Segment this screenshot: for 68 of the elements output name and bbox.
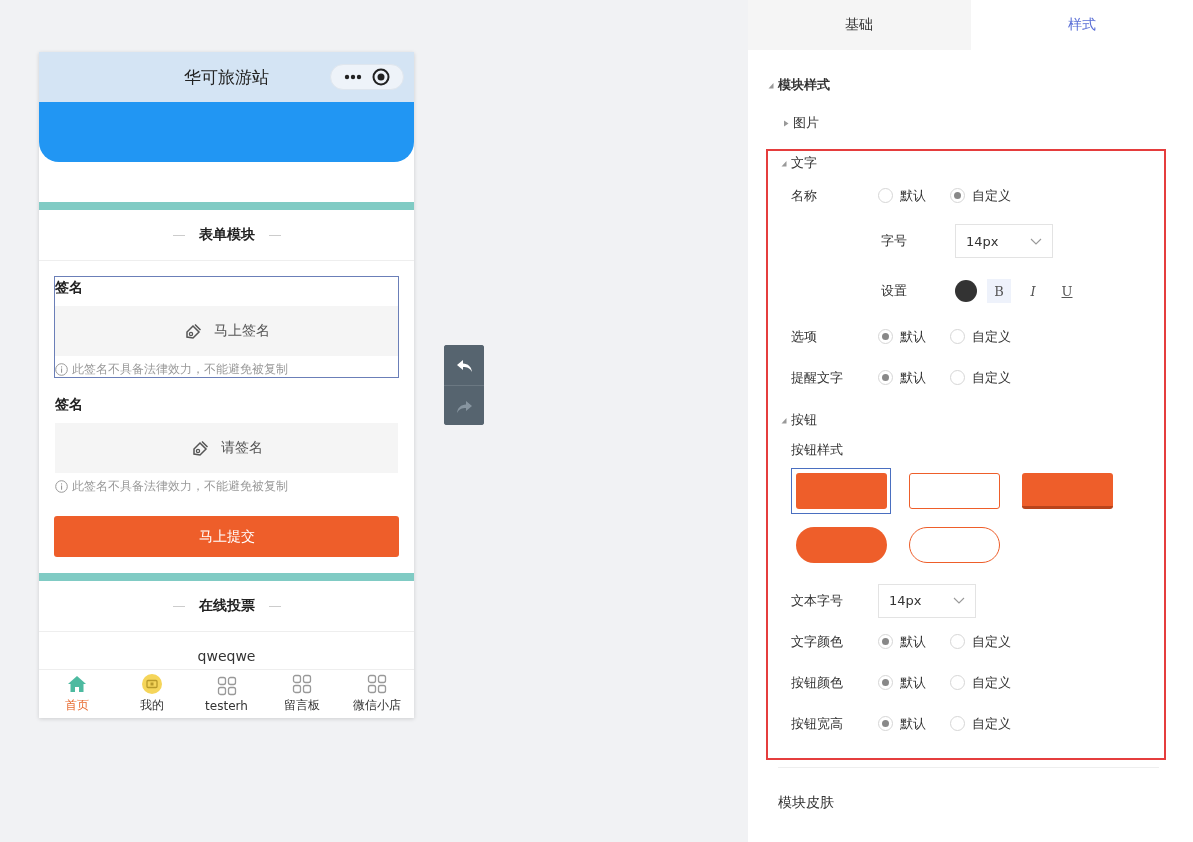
radio-option[interactable]: 自定义 xyxy=(950,327,1022,346)
group-title: 图片 xyxy=(793,114,819,132)
field-label: 文本字号 xyxy=(791,591,844,610)
field-label: 名称 xyxy=(791,186,818,205)
home-icon xyxy=(66,674,87,694)
grid-icon xyxy=(216,675,237,696)
radio-option[interactable]: 默认 xyxy=(878,714,950,733)
radio-option[interactable]: 自定义 xyxy=(950,673,1022,692)
tab-bar-item[interactable]: 我的 xyxy=(114,670,189,718)
chevron-down-icon xyxy=(1030,237,1042,245)
signature-field[interactable]: 签名 请签名 此签名不具备法律效力，不能避免被复制 xyxy=(54,393,399,495)
field-label: 文字颜色 xyxy=(791,632,844,651)
tab-bar-item[interactable]: 留言板 xyxy=(264,670,339,718)
vote-option: qweqwe xyxy=(39,632,414,664)
chevron-down-icon xyxy=(953,597,965,604)
tab-bar-item[interactable]: 微信小店 xyxy=(339,670,414,718)
hint-text: 此签名不具备法律效力，不能避免被复制 xyxy=(72,361,288,377)
underline-button[interactable]: U xyxy=(1055,279,1079,303)
radio-option[interactable]: 默认 xyxy=(878,368,950,387)
select-value: 14px xyxy=(889,593,922,608)
radio-option[interactable]: 默认 xyxy=(878,632,950,651)
bold-button[interactable]: B xyxy=(987,279,1011,303)
radio-option[interactable]: 自定义 xyxy=(950,186,1022,205)
radio-option[interactable]: 自定义 xyxy=(950,714,1022,733)
signature-prompt: 马上签名 xyxy=(213,322,270,340)
radio-option[interactable]: 默认 xyxy=(878,186,950,205)
more-icon xyxy=(344,74,362,80)
target-icon xyxy=(372,68,390,86)
font-size-select[interactable]: 14px xyxy=(955,224,1053,258)
signature-field[interactable]: 签名 马上签名 此签名不具备法律效力，不能避免被复制 xyxy=(54,276,399,378)
module-heading: 表单模块 xyxy=(198,226,255,244)
italic-button[interactable]: I xyxy=(1021,279,1045,303)
hint-text: 此签名不具备法律效力，不能避免被复制 xyxy=(72,478,288,494)
field-label: 提醒文字 xyxy=(791,368,844,387)
grid-icon xyxy=(366,674,387,694)
tab-bar-item[interactable]: testerh xyxy=(189,670,264,718)
pen-icon xyxy=(190,439,209,457)
radio-option[interactable]: 自定义 xyxy=(950,368,1022,387)
field-label: 按钮宽高 xyxy=(791,714,844,733)
color-picker[interactable] xyxy=(955,280,977,302)
field-label: 按钮样式 xyxy=(791,441,843,459)
pen-icon xyxy=(183,322,202,340)
field-label: 选项 xyxy=(791,327,818,346)
font-size-select[interactable]: 14px xyxy=(878,583,976,618)
module-heading: 在线投票 xyxy=(198,597,255,615)
field-label: 设置 xyxy=(881,282,908,300)
field-label: 签名 xyxy=(55,395,84,414)
group-title: 按钮 xyxy=(791,411,817,429)
info-icon xyxy=(55,362,68,376)
info-icon xyxy=(55,479,68,493)
section-title: 模块样式 xyxy=(778,76,830,94)
signature-pad[interactable]: 马上签名 xyxy=(55,306,398,356)
radio-option[interactable]: 默认 xyxy=(878,327,950,346)
signature-prompt: 请签名 xyxy=(220,439,263,457)
panel-tab[interactable]: 基础 xyxy=(748,0,971,50)
grid-icon xyxy=(291,674,312,694)
field-label: 按钮颜色 xyxy=(791,673,844,692)
capsule-menu[interactable] xyxy=(330,64,404,90)
field-label: 签名 xyxy=(55,278,84,297)
radio-option[interactable]: 默认 xyxy=(878,673,950,692)
radio-option[interactable]: 自定义 xyxy=(950,632,1022,651)
select-value: 14px xyxy=(966,233,999,249)
signature-pad[interactable]: 请签名 xyxy=(55,423,398,473)
ticket-icon xyxy=(141,674,162,694)
group-title: 文字 xyxy=(791,154,817,172)
page-title: 华可旅游站 xyxy=(184,65,269,89)
section-title: 模块皮肤 xyxy=(778,794,834,810)
field-label: 字号 xyxy=(881,232,908,250)
